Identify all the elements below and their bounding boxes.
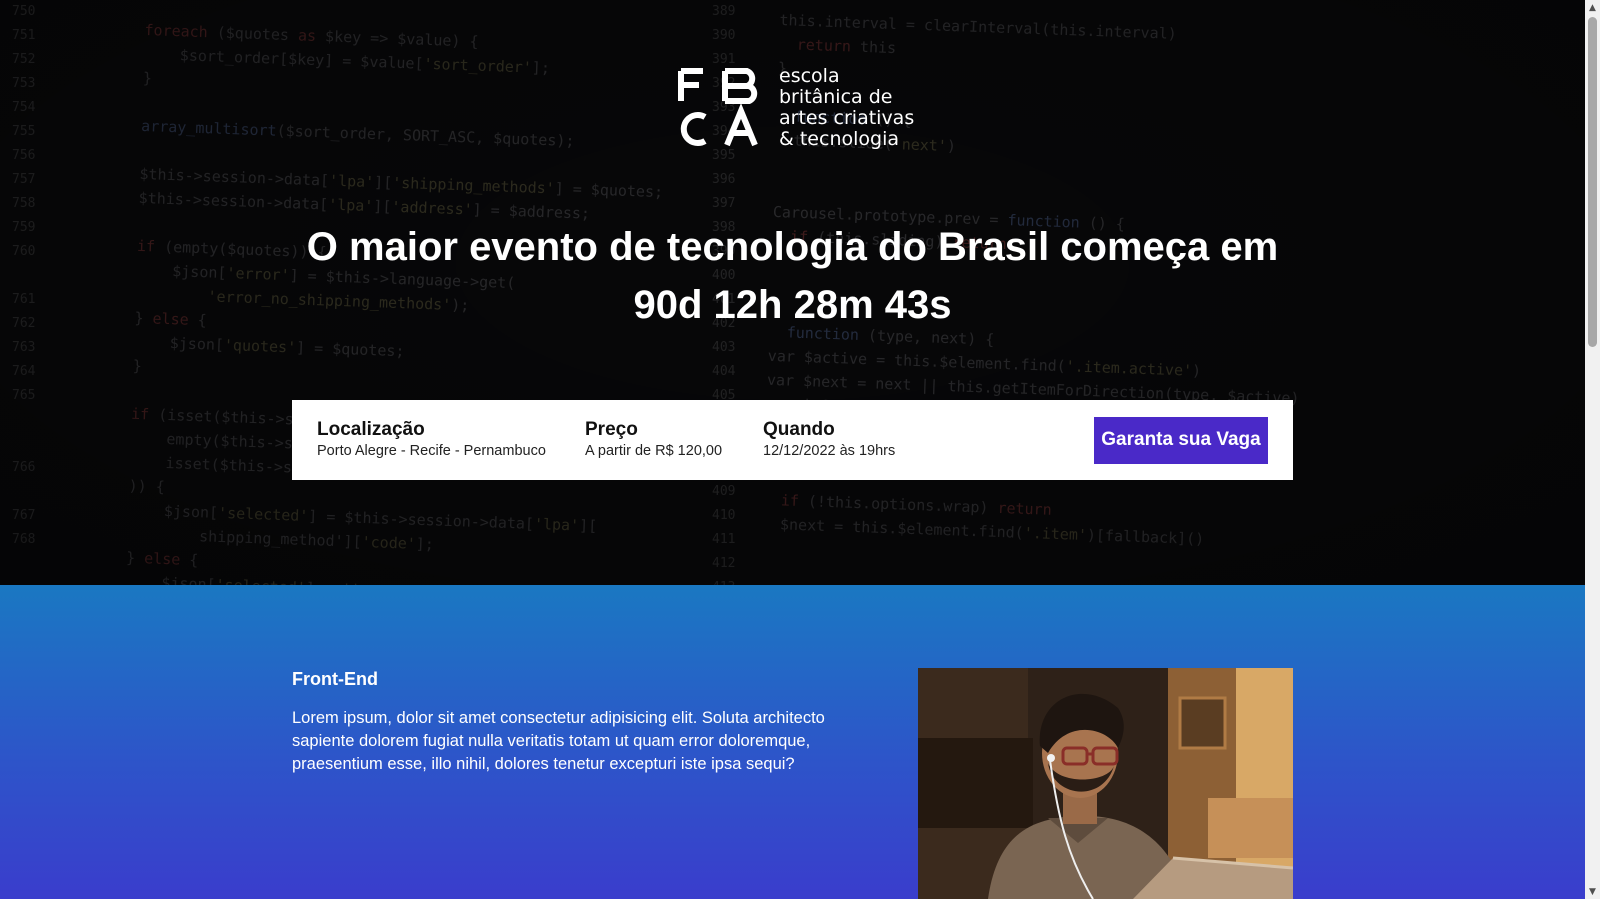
hero-section: 750 751 752 753 754 755 756 757 758 759 … xyxy=(0,0,1585,585)
scroll-thumb[interactable] xyxy=(1588,17,1597,347)
location-value: Porto Alegre - Recife - Pernambuco xyxy=(317,443,546,459)
ebac-logo-icon xyxy=(678,68,758,147)
brand-name: escola britânica de artes criativas & te… xyxy=(779,66,914,150)
section-title: Front-End xyxy=(292,669,378,689)
register-button[interactable]: Garanta sua Vaga xyxy=(1094,416,1268,464)
developer-photo-illustration xyxy=(918,668,1293,899)
price-label: Preço xyxy=(585,419,638,440)
page-scrollbar[interactable]: ▲ ▼ xyxy=(1585,0,1600,899)
page: 750 751 752 753 754 755 756 757 758 759 … xyxy=(0,0,1585,899)
countdown-timer: 90d 12h 28m 43s xyxy=(633,283,952,327)
headline-text: O maior evento de tecnologia do Brasil c… xyxy=(306,225,1279,269)
brand-name-line: britânica de xyxy=(779,86,893,108)
event-info-bar: Localização Porto Alegre - Recife - Pern… xyxy=(292,400,1293,480)
when-label: Quando xyxy=(763,419,835,440)
location-label: Localização xyxy=(317,419,425,440)
scroll-up-arrow-icon[interactable]: ▲ xyxy=(1585,0,1600,15)
brand-name-line: artes criativas xyxy=(779,107,915,129)
scroll-down-arrow-icon[interactable]: ▼ xyxy=(1585,884,1600,899)
brand-name-line: escola xyxy=(779,65,840,87)
developer-photo xyxy=(918,668,1293,899)
info-when: Quando 12/12/2022 às 19hrs xyxy=(763,419,1094,461)
brand-logo[interactable]: escola britânica de artes criativas & te… xyxy=(677,66,914,150)
info-location: Localização Porto Alegre - Recife - Pern… xyxy=(317,419,585,461)
hero-headline: O maior evento de tecnologia do Brasil c… xyxy=(0,218,1585,334)
brand-name-line: & tecnologia xyxy=(779,128,899,150)
price-value: A partir de R$ 120,00 xyxy=(585,443,723,459)
front-end-section: Front-End Lorem ipsum, dolor sit amet co… xyxy=(0,585,1585,899)
when-value: 12/12/2022 às 19hrs xyxy=(763,443,896,459)
info-price: Preço A partir de R$ 120,00 xyxy=(585,419,763,461)
section-description: Lorem ipsum, dolor sit amet consectetur … xyxy=(292,709,825,773)
